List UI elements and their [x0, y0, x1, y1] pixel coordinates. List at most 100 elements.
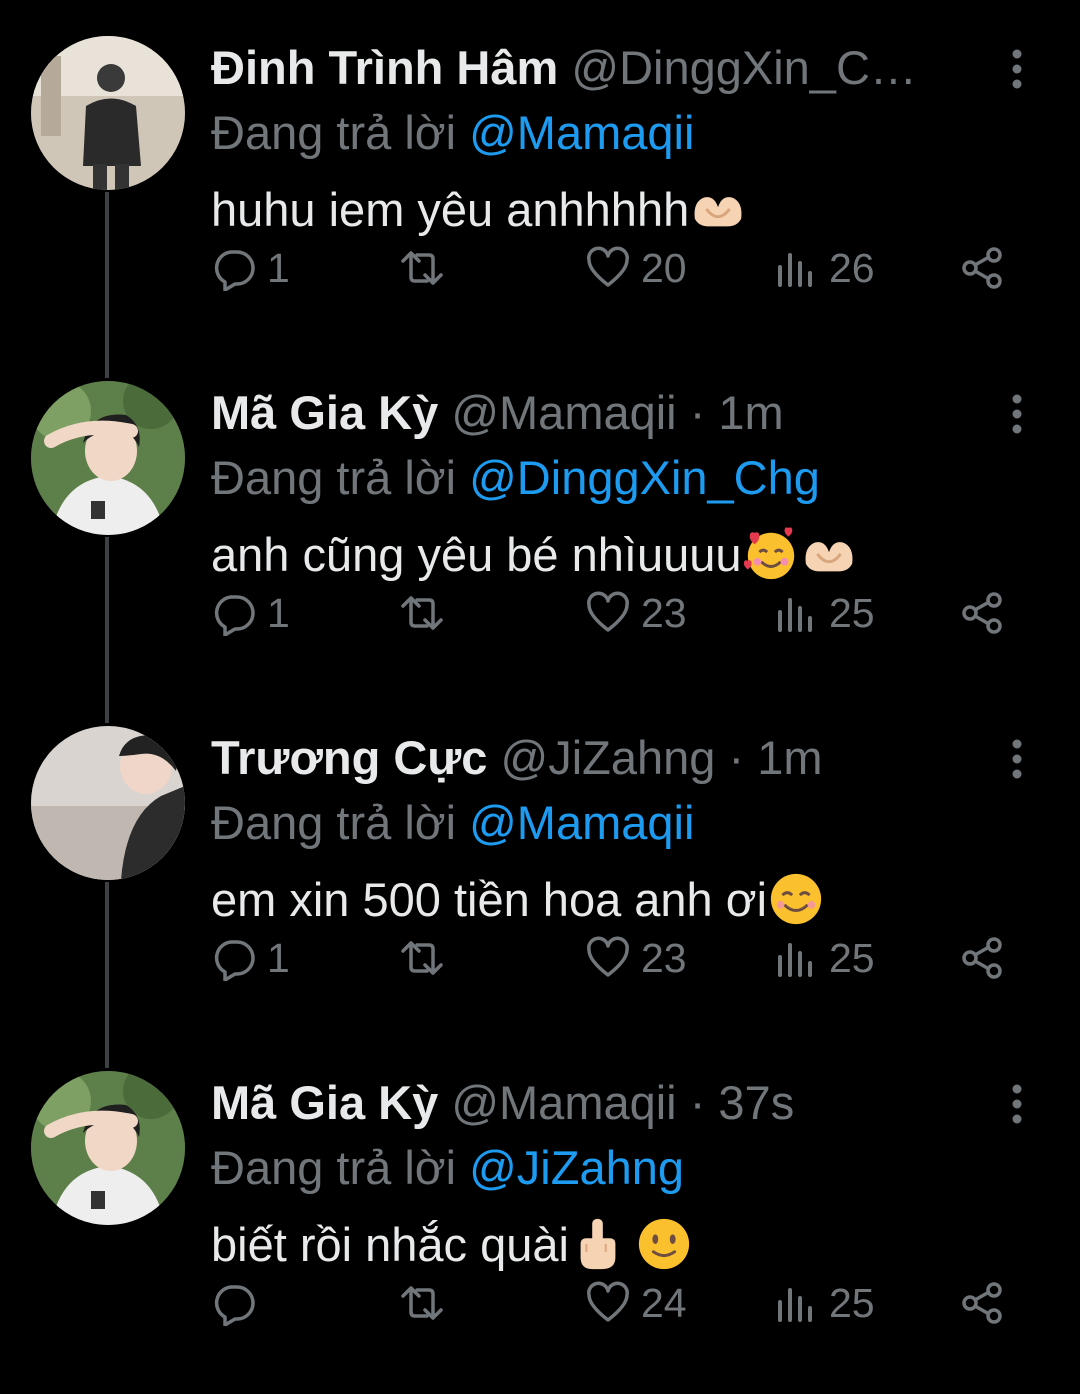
reply-icon	[214, 940, 255, 981]
views-chart-icon	[778, 598, 812, 632]
mention-link[interactable]: @Mamaqii	[469, 796, 694, 849]
avatar[interactable]	[31, 381, 185, 535]
user-handle[interactable]: @DinggXin_C…	[571, 41, 917, 94]
reply-icon	[214, 595, 255, 636]
views-button[interactable]: 26	[773, 238, 875, 298]
retweet-button[interactable]	[399, 928, 445, 988]
like-button[interactable]: 24	[585, 1273, 687, 1333]
tweet-text-content: biết rồi nhắc quài	[211, 1218, 569, 1271]
more-options-icon[interactable]	[1000, 44, 1034, 94]
retweet-button[interactable]	[399, 1273, 445, 1333]
mention-link[interactable]: @DinggXin_Chg	[469, 451, 820, 504]
tweet[interactable]: Mã Gia Kỳ @Mamaqii · 1m Đang trả lời @Di…	[0, 345, 1080, 690]
share-icon	[962, 1282, 1002, 1324]
display-name[interactable]: Trương Cực	[211, 731, 487, 784]
heart-icon	[587, 936, 629, 977]
replying-to-label: Đang trả lời	[211, 106, 457, 159]
tweet[interactable]: Đinh Trình Hâm @DinggXin_C… Đang trả lời…	[0, 0, 1080, 345]
more-options-icon[interactable]	[1000, 734, 1034, 784]
action-bar: 1 23 25	[211, 583, 1031, 643]
share-icon	[962, 937, 1002, 979]
share-button[interactable]	[959, 583, 1005, 643]
views-button[interactable]: 25	[773, 928, 875, 988]
more-options-icon[interactable]	[1000, 389, 1034, 439]
replying-to-label: Đang trả lời	[211, 796, 457, 849]
reply-count: 1	[267, 589, 290, 636]
replying-to-label: Đang trả lời	[211, 451, 457, 504]
share-button[interactable]	[959, 1273, 1005, 1333]
views-chart-icon	[778, 1288, 812, 1322]
action-bar: 24 25	[211, 1273, 1031, 1333]
views-count: 25	[829, 1279, 875, 1326]
reply-button[interactable]	[211, 1273, 267, 1333]
views-count: 26	[829, 244, 875, 291]
views-button[interactable]: 25	[773, 583, 875, 643]
mention-link[interactable]: @JiZahng	[469, 1141, 684, 1194]
timestamp[interactable]: · 1m	[729, 731, 823, 784]
views-chart-icon	[778, 943, 812, 977]
avatar[interactable]	[31, 36, 185, 190]
mention-link[interactable]: @Mamaqii	[469, 106, 694, 159]
tweet-text: em xin 500 tiền hoa anh ơi	[211, 870, 825, 930]
user-handle[interactable]: @JiZahng	[501, 731, 716, 784]
tweet-header: Đinh Trình Hâm @DinggXin_C…	[211, 38, 917, 98]
tweet[interactable]: Trương Cực @JiZahng · 1m Đang trả lời @M…	[0, 690, 1080, 1035]
share-button[interactable]	[959, 928, 1005, 988]
heart-icon	[587, 1281, 629, 1322]
tweet-header: Mã Gia Kỳ @Mamaqii · 37s	[211, 1073, 794, 1133]
retweet-icon	[401, 251, 443, 285]
tweet-header: Mã Gia Kỳ @Mamaqii · 1m	[211, 383, 784, 443]
like-count: 24	[641, 1279, 687, 1326]
tweet[interactable]: Mã Gia Kỳ @Mamaqii · 37s Đang trả lời @J…	[0, 1035, 1080, 1380]
tweet-text-content: anh cũng yêu bé nhìuuuu	[211, 528, 742, 581]
replying-to: Đang trả lời @DinggXin_Chg	[211, 448, 820, 508]
tweet-text: huhu iem yêu anhhhhh	[211, 180, 747, 240]
tweet-text: biết rồi nhắc quài	[211, 1215, 693, 1275]
views-chart-icon	[778, 253, 812, 287]
share-button[interactable]	[959, 238, 1005, 298]
retweet-icon	[401, 596, 443, 630]
heart-hands-emoji	[694, 196, 742, 226]
reply-icon	[214, 250, 255, 291]
display-name[interactable]: Mã Gia Kỳ	[211, 386, 438, 439]
replying-to: Đang trả lời @Mamaqii	[211, 103, 694, 163]
timestamp[interactable]: · 37s	[690, 1076, 795, 1129]
retweet-button[interactable]	[399, 238, 445, 298]
smiling-face-emoji	[770, 873, 822, 924]
display-name[interactable]: Đinh Trình Hâm	[211, 41, 558, 94]
tweet-text: anh cũng yêu bé nhìuuuu	[211, 525, 858, 585]
views-count: 25	[829, 934, 875, 981]
avatar[interactable]	[31, 726, 185, 880]
reply-button[interactable]: 1	[211, 583, 290, 643]
reply-count: 1	[267, 244, 290, 291]
retweet-button[interactable]	[399, 583, 445, 643]
reply-button[interactable]: 1	[211, 238, 290, 298]
user-handle[interactable]: @Mamaqii	[451, 1076, 676, 1129]
reply-count: 1	[267, 934, 290, 981]
replying-to: Đang trả lời @JiZahng	[211, 1138, 684, 1198]
share-icon	[962, 247, 1002, 289]
retweet-icon	[401, 941, 443, 975]
slightly-smiling-face-emoji	[638, 1218, 690, 1269]
avatar[interactable]	[31, 1071, 185, 1225]
like-button[interactable]: 23	[585, 928, 687, 988]
more-options-icon[interactable]	[1000, 1079, 1034, 1129]
timestamp[interactable]: · 1m	[690, 386, 784, 439]
replying-to-label: Đang trả lời	[211, 1141, 457, 1194]
user-handle[interactable]: @Mamaqii	[451, 386, 676, 439]
tweet-header: Trương Cực @JiZahng · 1m	[211, 728, 823, 788]
views-button[interactable]: 25	[773, 1273, 875, 1333]
action-bar: 1 20 26	[211, 238, 1031, 298]
action-bar: 1 23 25	[211, 928, 1031, 988]
share-icon	[962, 592, 1002, 634]
display-name[interactable]: Mã Gia Kỳ	[211, 1076, 438, 1129]
reply-button[interactable]: 1	[211, 928, 290, 988]
retweet-icon	[401, 1286, 443, 1320]
like-count: 23	[641, 589, 687, 636]
like-button[interactable]: 20	[585, 238, 687, 298]
middle-finger-emoji	[580, 1218, 616, 1269]
reply-icon	[214, 1285, 255, 1326]
tweet-text-content: em xin 500 tiền hoa anh ơi	[211, 873, 768, 926]
heart-icon	[587, 591, 629, 632]
like-button[interactable]: 23	[585, 583, 687, 643]
